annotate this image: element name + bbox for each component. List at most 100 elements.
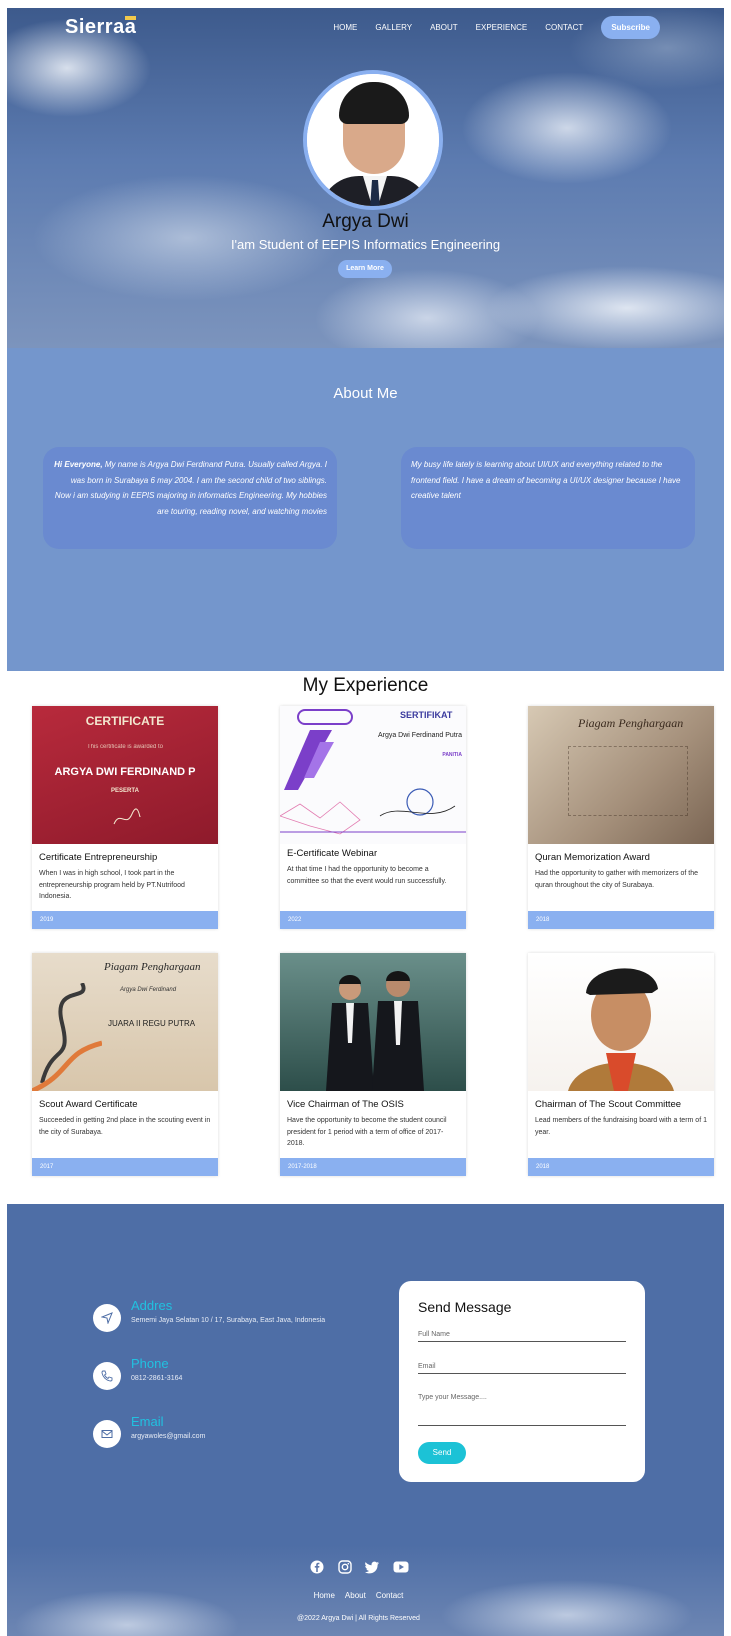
hero-name: Argya Dwi: [322, 211, 409, 232]
instagram-icon[interactable]: [337, 1559, 353, 1575]
avatar-hair: [339, 82, 409, 124]
decorative-swirl: [32, 983, 102, 1091]
footer-link-contact[interactable]: Contact: [376, 1591, 404, 1600]
nav-link-about[interactable]: ABOUT: [430, 23, 458, 32]
send-message-form: Send Message Full Name Email Type your M…: [399, 1281, 645, 1482]
cert-subheading: This certificate is awarded to: [86, 744, 164, 750]
scout-cert-role: JUARA II REGU PUTRA: [108, 1019, 196, 1028]
learn-more-button[interactable]: Learn More: [338, 260, 392, 278]
experience-card-body: Chairman of The Scout Committee Lead mem…: [528, 1091, 714, 1138]
experience-card-desc: At that time I had the opportunity to be…: [287, 866, 447, 885]
two-students-illustration: [326, 971, 424, 1091]
about-goals-text: My busy life lately is learning about UI…: [411, 460, 681, 500]
nav-link-gallery[interactable]: GALLERY: [375, 23, 412, 32]
email-value: argyawoles@gmail.com: [131, 1433, 206, 1440]
email-input[interactable]: Email: [418, 1363, 626, 1374]
experience-card-title: Chairman of The Scout Committee: [535, 1099, 682, 1110]
phone-value: 0812-2861-3164: [131, 1375, 183, 1382]
experience-card[interactable]: Piagam Penghargaan Quran Memorization Aw…: [528, 706, 714, 929]
footer: Home About Contact @2022 Argya Dwi | All…: [7, 1545, 724, 1636]
experience-card-body: Scout Award Certificate Succeeded in get…: [32, 1091, 218, 1138]
experience-card-year: 2017-2018: [280, 1158, 466, 1176]
cert-recipient: ARGYA DWI FERDINAND P: [54, 766, 196, 778]
contact-section: Addres Sememi Jaya Selatan 10 / 17, Sura…: [7, 1204, 724, 1545]
experience-card[interactable]: Chairman of The Scout Committee Lead mem…: [528, 953, 714, 1176]
subscribe-button[interactable]: Subscribe: [601, 16, 660, 39]
about-title: About Me: [333, 385, 398, 402]
about-card-intro: Hi Everyone, My name is Argya Dwi Ferdin…: [43, 447, 337, 549]
about-card-goals: My busy life lately is learning about UI…: [401, 447, 695, 549]
experience-title: My Experience: [302, 675, 429, 696]
nav-link-contact[interactable]: CONTACT: [545, 23, 583, 32]
experience-card-desc: Lead members of the fundraising board wi…: [535, 1117, 707, 1136]
hero-subtitle: I'am Student of EEPIS Informatics Engine…: [230, 237, 501, 252]
social-links: [7, 1559, 724, 1575]
experience-card-desc: Succeeded in getting 2nd place in the sc…: [39, 1117, 211, 1136]
full-name-input[interactable]: Full Name: [418, 1331, 626, 1342]
certificate-entrepreneurship-image: CERTIFICATE This certificate is awarded …: [32, 706, 218, 844]
send-button[interactable]: Send: [418, 1442, 466, 1464]
form-title: Send Message: [418, 1299, 512, 1315]
scout-cert-heading: Piagam Penghargaan: [104, 961, 201, 973]
webinar-cert-recipient: Argya Dwi Ferdinand Putra: [377, 732, 462, 739]
experience-card-title: Quran Memorization Award: [535, 852, 650, 863]
location-arrow-icon: [93, 1304, 121, 1332]
phone-label: Phone: [131, 1356, 169, 1371]
experience-card-year: 2017: [32, 1158, 218, 1176]
footer-link-home[interactable]: Home: [314, 1591, 335, 1600]
cert-heading: CERTIFICATE: [85, 714, 165, 728]
experience-card[interactable]: Vice Chairman of The OSIS Have the oppor…: [280, 953, 466, 1176]
experience-card-body: Vice Chairman of The OSIS Have the oppor…: [280, 1091, 466, 1150]
experience-card-year: 2018: [528, 911, 714, 929]
cert-role: PESERTA: [111, 788, 139, 794]
twitter-icon[interactable]: [365, 1559, 381, 1575]
avatar-photo: [307, 74, 439, 206]
e-certificate-webinar-image: SERTIFIKAT Argya Dwi Ferdinand Putra PAN…: [280, 706, 466, 844]
scout-committee-photo: [528, 953, 714, 1091]
quran-award-image: Piagam Penghargaan: [528, 706, 714, 844]
webinar-cert-heading: SERTIFIKAT: [400, 710, 453, 720]
experience-card-year: 2018: [528, 1158, 714, 1176]
webinar-cert-role: PANITIA: [442, 752, 462, 758]
footer-link-about[interactable]: About: [345, 1591, 366, 1600]
about-section: About Me Hi Everyone, My name is Argya D…: [7, 348, 724, 671]
experience-card-title: E-Certificate Webinar: [287, 848, 378, 859]
about-intro-lead: Hi Everyone,: [54, 460, 103, 469]
scout-portrait-illustration: [568, 968, 674, 1091]
experience-card-title: Vice Chairman of The OSIS: [287, 1099, 404, 1110]
webinar-certificate-graphic: [280, 709, 466, 835]
osis-photo: [280, 953, 466, 1091]
footer-nav: Home About Contact: [7, 1591, 724, 1600]
experience-card-year: 2019: [32, 911, 218, 929]
experience-card-body: Certificate Entrepreneurship When I was …: [32, 844, 218, 903]
quran-cert-heading: Piagam Penghargaan: [578, 716, 684, 730]
message-input[interactable]: Type your Message....: [418, 1394, 626, 1426]
logo-accent: a: [124, 16, 137, 38]
experience-card-body: E-Certificate Webinar At that time I had…: [280, 844, 466, 887]
experience-card-desc: Had the opportunity to gather with memor…: [535, 870, 699, 889]
copyright-text: @2022 Argya Dwi | All Rights Reserved: [297, 1615, 420, 1622]
phone-icon: [93, 1362, 121, 1390]
signature-mark: [113, 808, 141, 825]
profile-avatar: [303, 70, 443, 210]
nav-link-experience[interactable]: EXPERIENCE: [476, 23, 528, 32]
scout-award-image: Piagam Penghargaan Argya Dwi Ferdinand J…: [32, 953, 218, 1091]
experience-card-year: 2022: [280, 911, 466, 929]
address-value: Sememi Jaya Selatan 10 / 17, Surabaya, E…: [131, 1317, 326, 1324]
facebook-icon[interactable]: [309, 1559, 325, 1575]
logo[interactable]: Sierraa: [65, 16, 137, 39]
hero-section: Sierraa HOME GALLERY ABOUT EXPERIENCE CO…: [7, 8, 724, 348]
experience-card[interactable]: Piagam Penghargaan Argya Dwi Ferdinand J…: [32, 953, 218, 1176]
youtube-icon[interactable]: [393, 1559, 409, 1575]
experience-card-title: Certificate Entrepreneurship: [39, 852, 158, 863]
logo-text: Sierra: [65, 16, 125, 38]
experience-card-desc: Have the opportunity to become the stude…: [287, 1117, 447, 1147]
experience-card[interactable]: CERTIFICATE This certificate is awarded …: [32, 706, 218, 929]
experience-card-title: Scout Award Certificate: [39, 1099, 138, 1110]
nav-link-home[interactable]: HOME: [333, 23, 357, 32]
experience-card-body: Quran Memorization Award Had the opportu…: [528, 844, 714, 891]
email-label: Email: [131, 1414, 164, 1429]
envelope-icon: [93, 1420, 121, 1448]
address-label: Addres: [131, 1298, 173, 1313]
experience-card[interactable]: SERTIFIKAT Argya Dwi Ferdinand Putra PAN…: [280, 706, 466, 929]
